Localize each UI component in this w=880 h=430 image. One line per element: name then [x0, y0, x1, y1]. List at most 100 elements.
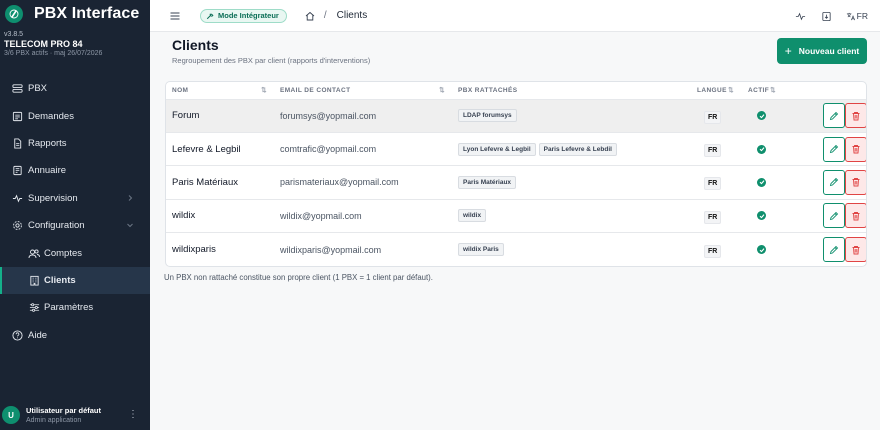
client-name: Forum	[166, 99, 273, 133]
edit-button[interactable]	[823, 169, 845, 195]
pbx-chip: LDAP forumsys	[458, 109, 517, 123]
pencil-icon	[829, 111, 839, 120]
client-pbx-list: LDAP forumsys	[451, 99, 691, 133]
activity-icon[interactable]	[794, 9, 808, 23]
annuaire-icon	[11, 165, 23, 177]
main-area: Mode Intégrateur / Clients FR Clients Re…	[150, 0, 880, 430]
page-subtitle: Regroupement des PBX par client (rapport…	[172, 56, 371, 65]
sort-icon[interactable]: ⇅	[770, 86, 776, 94]
rapports-icon	[11, 137, 23, 149]
column-header-email[interactable]: EMAIL DE CONTACT ⇅	[273, 82, 451, 100]
column-header-actif[interactable]: ACTIF ⇅	[748, 82, 788, 100]
translate-icon	[846, 12, 855, 20]
client-active-cell	[748, 165, 788, 200]
column-header-nom[interactable]: NOM ⇅	[166, 82, 273, 100]
chevron-right-icon	[128, 194, 133, 201]
sidebar-item-demandes[interactable]: Demandes	[0, 102, 150, 129]
column-header-pbx: PBX RATTACHÉS	[451, 82, 691, 100]
breadcrumb-current: Clients	[336, 10, 368, 21]
check-circle-icon	[757, 211, 766, 221]
user-profile[interactable]: U Utilisateur par défaut Admin applicati…	[0, 400, 150, 430]
delete-button[interactable]	[845, 103, 866, 129]
sort-icon[interactable]: ⇅	[439, 86, 445, 94]
delete-button[interactable]	[845, 169, 866, 195]
home-icon[interactable]	[305, 11, 315, 21]
footnote: Un PBX non rattaché constitue son propre…	[164, 272, 433, 282]
trash-icon	[852, 245, 860, 254]
client-pbx-list: wildix Paris	[451, 233, 691, 266]
sort-icon[interactable]: ⇅	[261, 86, 267, 94]
client-language-cell: FR	[691, 199, 748, 234]
help-icon	[11, 329, 23, 341]
mode-integrateur-badge[interactable]: Mode Intégrateur	[200, 8, 287, 23]
sidebar-item-label: Clients	[44, 274, 76, 286]
sidebar-item-supervision[interactable]: Supervision	[0, 185, 150, 212]
client-language-cell: FR	[691, 132, 748, 167]
sidebar-item-label: Demandes	[28, 110, 74, 122]
sidebar-item-pbx[interactable]: PBX	[0, 75, 150, 102]
row-actions	[788, 233, 866, 266]
edit-button[interactable]	[823, 103, 845, 129]
table-header-row: NOM ⇅ EMAIL DE CONTACT ⇅ PBX RATTACHÉS LAN…	[166, 82, 866, 100]
delete-button[interactable]	[845, 136, 866, 162]
sidebar-item-configuration[interactable]: Configuration	[0, 212, 150, 239]
pbx-chip: Lyon Lefevre & Legbil	[458, 142, 536, 156]
language-switch[interactable]: FR	[846, 11, 868, 21]
trash-icon	[852, 145, 860, 154]
header-label: PBX RATTACHÉS	[458, 86, 518, 94]
table-row[interactable]: Lefevre & Legbil comtrafic@yopmail.com Lyo…	[166, 132, 866, 167]
pbx-chip: Paris Lefevre & Lebdil	[538, 142, 617, 156]
org-name: TELECOM PRO 84	[4, 39, 83, 49]
edit-button[interactable]	[823, 136, 845, 162]
more-vertical-icon[interactable]: ⋮	[128, 409, 138, 420]
sidebar: PBX Interface v3.8.5 TELECOM PRO 84 3/6 …	[0, 0, 150, 430]
page-header: Clients Regroupement des PBX par client …	[164, 37, 867, 65]
wrench-icon	[206, 13, 214, 19]
language-badge: FR	[704, 177, 722, 191]
sidebar-item-aide[interactable]: Aide	[0, 322, 150, 349]
row-actions	[788, 199, 866, 234]
table-row[interactable]: wildix wildix@yopmail.com wildix FR	[166, 199, 866, 234]
column-header-actions	[788, 82, 866, 100]
check-circle-icon	[757, 144, 766, 154]
delete-button[interactable]	[845, 203, 866, 229]
table-row[interactable]: Paris Matériaux parismateriaux@yopmail.co…	[166, 165, 866, 200]
topbar-actions: FR	[794, 0, 880, 32]
sidebar-item-label: Annuaire	[28, 165, 67, 177]
client-language-cell: FR	[691, 99, 748, 133]
table-row[interactable]: Forum forumsys@yopmail.com LDAP forumsys FR	[166, 99, 866, 133]
pencil-icon	[829, 245, 839, 254]
supervision-icon	[11, 192, 23, 204]
client-pbx-list: Paris Matériaux	[451, 165, 691, 200]
menu-icon[interactable]	[170, 11, 180, 21]
gear-icon	[11, 220, 23, 232]
client-language-cell: FR	[691, 165, 748, 200]
demandes-icon	[11, 110, 23, 122]
sort-icon[interactable]: ⇅	[728, 86, 734, 94]
edit-button[interactable]	[823, 237, 845, 262]
trash-icon	[852, 178, 860, 187]
clients-table: NOM ⇅ EMAIL DE CONTACT ⇅ PBX RATTACHÉS LAN…	[166, 82, 866, 266]
sidebar-item-annuaire[interactable]: Annuaire	[0, 157, 150, 184]
org-subtitle: 3/6 PBX actifs · maj 26/07/2026	[4, 50, 103, 57]
client-name: wildix	[166, 199, 273, 234]
sidebar-item-comptes[interactable]: Comptes	[0, 239, 150, 266]
column-header-langue[interactable]: LANGUE ⇅	[691, 82, 748, 100]
delete-button[interactable]	[845, 237, 866, 262]
pencil-icon	[829, 178, 839, 187]
language-badge: FR	[704, 110, 722, 124]
export-icon[interactable]	[820, 9, 834, 23]
table-row[interactable]: wildixparis wildixparis@yopmail.com wildix…	[166, 233, 866, 266]
sidebar-item-parametres[interactable]: Paramètres	[0, 294, 150, 321]
edit-button[interactable]	[823, 203, 845, 229]
brand[interactable]: PBX Interface	[0, 0, 150, 23]
sidebar-item-rapports[interactable]: Rapports	[0, 130, 150, 157]
clients-table-card: NOM ⇅ EMAIL DE CONTACT ⇅ PBX RATTACHÉS LAN…	[165, 81, 867, 267]
client-email: wildix@yopmail.com	[273, 199, 451, 234]
new-client-button[interactable]: + Nouveau client	[777, 38, 867, 64]
mode-label: Mode Intégrateur	[218, 11, 279, 20]
pencil-icon	[829, 211, 839, 220]
sidebar-item-clients[interactable]: Clients	[0, 266, 150, 295]
header-label: ACTIF	[748, 86, 770, 94]
client-pbx-list: Lyon Lefevre & Legbil Paris Lefevre & Leb…	[451, 132, 691, 167]
